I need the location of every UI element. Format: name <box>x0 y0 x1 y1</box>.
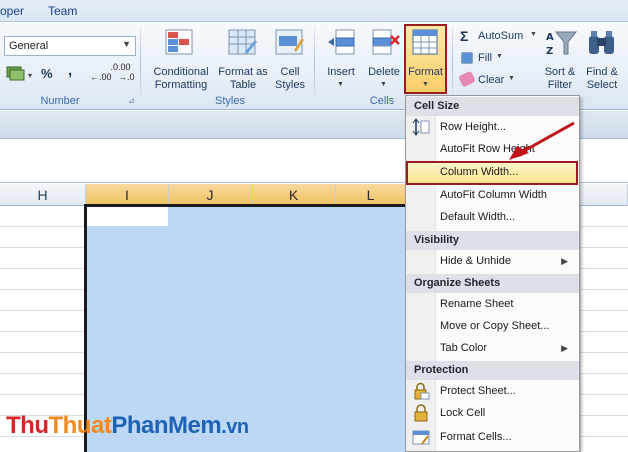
insert-cells-icon <box>328 29 355 55</box>
sort-filter-label: Sort & Filter <box>544 66 576 91</box>
chevron-down-icon: ▼ <box>380 81 387 88</box>
percent-style-button[interactable]: % <box>41 66 53 81</box>
menu-item-lock-cell[interactable]: Lock Cell <box>440 403 576 424</box>
menu-item-tab-color[interactable]: Tab Color ▶ <box>440 338 576 359</box>
svg-text:▾: ▾ <box>28 71 32 80</box>
sort-filter-icon: A Z <box>546 31 578 57</box>
active-cell[interactable] <box>86 206 168 226</box>
watermark-part-1: Thu <box>6 412 49 439</box>
svg-text:A: A <box>546 32 554 43</box>
menu-item-move-copy-sheet[interactable]: Move or Copy Sheet... <box>440 316 576 337</box>
row-height-icon <box>412 118 430 136</box>
cell-styles-button[interactable]: Cell Styles <box>270 26 310 92</box>
submenu-arrow-icon: ▶ <box>561 256 568 266</box>
group-separator <box>314 26 315 104</box>
number-format-value: General <box>9 40 49 52</box>
column-header-i[interactable]: I <box>86 184 169 206</box>
insert-label: Insert <box>327 66 355 78</box>
format-label: Format <box>408 66 443 78</box>
autosum-label: AutoSum <box>478 30 524 42</box>
cell-styles-icon <box>275 29 304 55</box>
fill-down-icon <box>461 52 473 64</box>
conditional-formatting-button[interactable]: Conditional Formatting <box>146 26 216 92</box>
find-select-label: Find & Select <box>586 66 618 91</box>
chevron-down-icon: ▼ <box>530 31 537 38</box>
menu-item-rename-sheet[interactable]: Rename Sheet <box>440 294 576 315</box>
find-select-button[interactable]: Find & Select <box>580 26 624 92</box>
chevron-down-icon: ▼ <box>422 81 429 88</box>
conditional-formatting-icon <box>165 29 193 55</box>
fill-label: Fill <box>478 52 493 64</box>
comma-style-button[interactable]: , <box>68 62 72 79</box>
cell-styles-label: Cell Styles <box>275 66 305 91</box>
column-header-l[interactable]: L <box>336 184 406 206</box>
number-group-label: Number <box>40 95 80 107</box>
format-button[interactable]: Format ▼ <box>404 24 447 94</box>
ribbon-tab-strip: oper Team <box>0 0 628 22</box>
column-width-label: Column Width... <box>440 166 519 178</box>
menu-item-default-width[interactable]: Default Width... <box>440 207 576 228</box>
insert-cells-button[interactable]: Insert ▼ <box>320 26 362 92</box>
watermark-logo: ThuThuatPhanMem.vn <box>6 412 249 440</box>
watermark-part-3: PhanMem <box>111 412 222 439</box>
menu-item-protect-sheet[interactable]: Protect Sheet... <box>440 381 576 402</box>
menu-item-hide-unhide[interactable]: Hide & Unhide ▶ <box>440 251 576 272</box>
column-header-k[interactable]: K <box>252 184 336 206</box>
watermark-part-2: Thuat <box>48 412 112 439</box>
group-separator <box>140 26 141 104</box>
currency-icon: ▾ <box>6 66 32 81</box>
watermark-part-4: .vn <box>221 416 249 438</box>
accounting-format-button[interactable]: ▾ <box>6 64 36 84</box>
dialog-launcher-icon[interactable]: ⊿ <box>128 96 135 105</box>
increase-decimal-button[interactable]: .0 ←.00 <box>90 62 118 86</box>
section-protection: Protection <box>406 361 579 380</box>
table-icon <box>228 29 257 55</box>
format-cells-icon <box>412 29 438 55</box>
number-format-combo[interactable]: General ▼ <box>4 36 136 56</box>
column-header-j[interactable]: J <box>169 184 252 206</box>
section-cell-size: Cell Size <box>406 97 579 116</box>
styles-group-label: Styles <box>215 95 245 107</box>
format-as-table-button[interactable]: Format as Table <box>218 26 268 92</box>
format-as-table-label: Format as Table <box>218 66 268 91</box>
sort-filter-button[interactable]: A Z Sort & Filter <box>540 26 580 92</box>
clear-label: Clear <box>478 74 505 86</box>
cells-group-label: Cells <box>369 95 395 107</box>
section-organize-sheets: Organize Sheets <box>406 274 579 293</box>
svg-text:Z: Z <box>546 46 553 57</box>
chevron-down-icon: ▼ <box>508 75 515 82</box>
menu-item-column-width[interactable]: Column Width... <box>406 161 578 185</box>
delete-label: Delete <box>368 66 400 78</box>
delete-cells-button[interactable]: Delete ▼ <box>364 26 404 92</box>
eraser-icon <box>458 70 476 88</box>
tab-color-label: Tab Color <box>440 342 488 354</box>
hide-unhide-label: Hide & Unhide <box>440 255 511 267</box>
protect-sheet-icon <box>414 382 430 400</box>
chevron-down-icon: ▼ <box>337 81 344 88</box>
clear-button[interactable]: Clear ▼ <box>458 70 538 90</box>
section-visibility: Visibility <box>406 231 579 250</box>
column-header-m[interactable] <box>580 184 628 206</box>
tab-developer[interactable]: oper <box>0 4 24 18</box>
delete-cells-icon <box>372 29 400 55</box>
sigma-icon: Σ <box>460 28 469 44</box>
decrease-decimal-button[interactable]: .00 →.0 <box>118 62 140 86</box>
conditional-formatting-label: Conditional Formatting <box>153 66 209 91</box>
tab-team[interactable]: Team <box>48 4 77 18</box>
fill-button[interactable]: Fill ▼ <box>458 50 538 68</box>
chevron-down-icon: ▼ <box>122 39 131 49</box>
format-cells-icon <box>412 430 430 445</box>
binoculars-icon <box>589 31 614 54</box>
chevron-down-icon: ▼ <box>496 53 503 60</box>
group-separator <box>452 26 453 104</box>
annotation-arrow-icon <box>509 121 575 160</box>
column-header-h[interactable]: H <box>0 184 86 206</box>
menu-item-autofit-column-width[interactable]: AutoFit Column Width <box>440 185 576 206</box>
menu-item-format-cells[interactable]: Format Cells... <box>440 427 576 448</box>
autosum-button[interactable]: Σ AutoSum ▼ <box>458 28 538 46</box>
lock-icon <box>414 404 428 422</box>
selection-border-top <box>84 204 406 207</box>
submenu-arrow-icon: ▶ <box>561 343 568 353</box>
